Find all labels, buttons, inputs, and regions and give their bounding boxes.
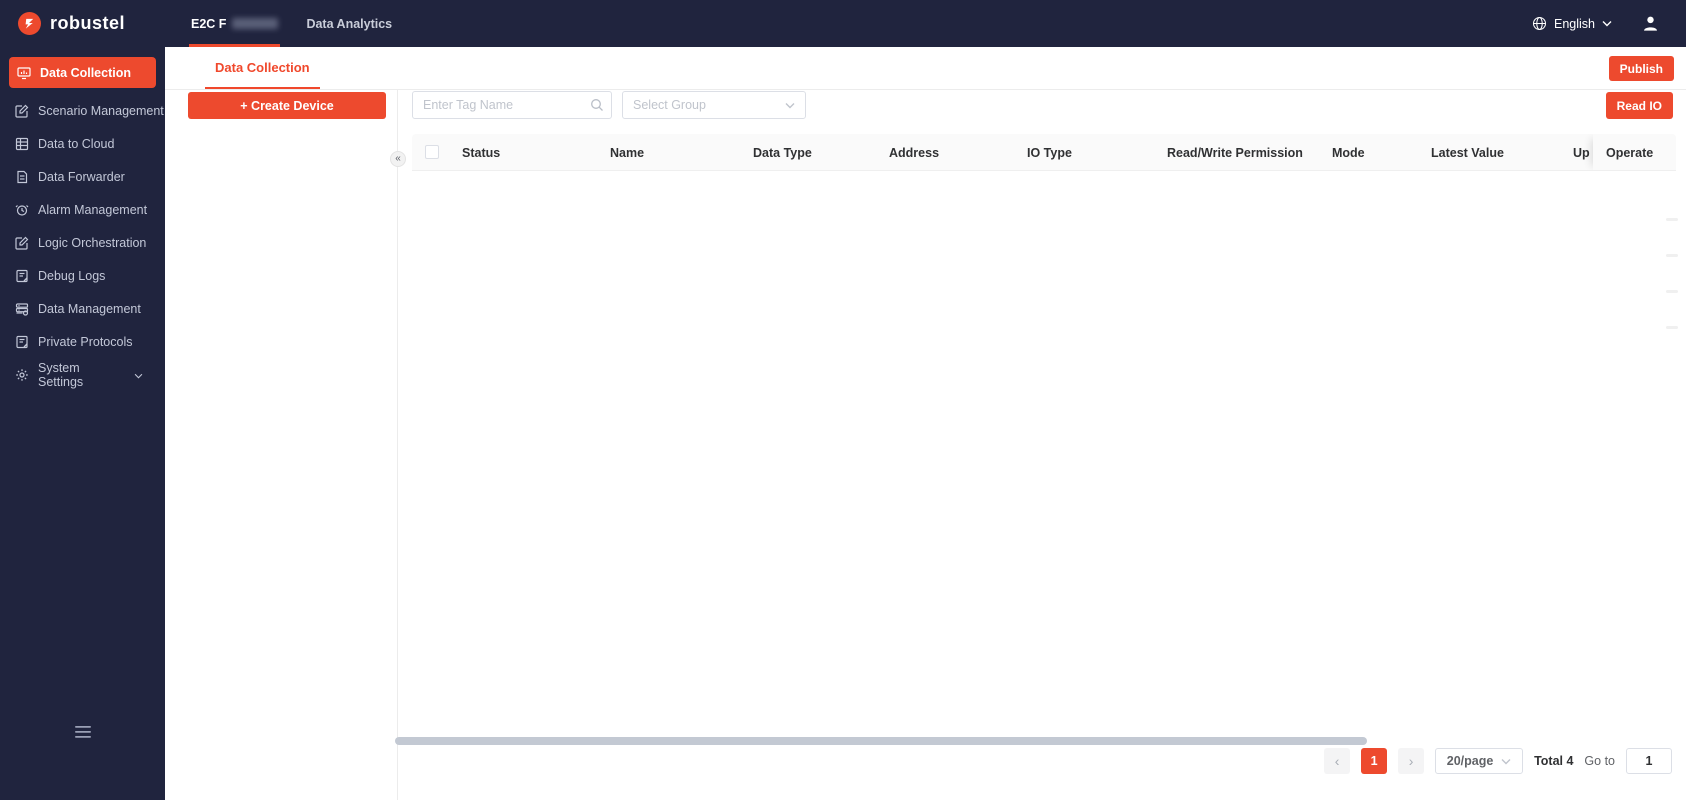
read-io-button[interactable]: Read IO: [1605, 92, 1673, 119]
chevron-right-icon: ›: [1408, 753, 1414, 769]
pagination: ‹ 1 › 20/page Total 4 Go to: [1324, 747, 1672, 775]
tag-name-search-input[interactable]: [412, 91, 612, 119]
edit-square-icon: [15, 104, 29, 118]
chevron-down-icon[interactable]: [1602, 20, 1612, 27]
sidebar-item-label: Alarm Management: [38, 202, 148, 217]
row-marker: [1666, 326, 1678, 329]
language-label[interactable]: English: [1554, 17, 1595, 31]
page-number-button[interactable]: 1: [1361, 748, 1388, 774]
column-rw-permission[interactable]: Read/Write Permission: [1167, 134, 1303, 170]
sidebar-item-data-to-cloud[interactable]: Data to Cloud: [0, 127, 165, 160]
sidebar-item-debug-logs[interactable]: Debug Logs: [0, 259, 165, 292]
database-icon: [15, 302, 29, 316]
operate-label: Operate: [1606, 145, 1654, 160]
robustel-badge-icon: [18, 12, 41, 35]
page-size-select[interactable]: 20/page: [1435, 748, 1524, 774]
page-tabbar: Data Collection Publish: [165, 47, 1686, 90]
column-io-type[interactable]: IO Type: [1027, 134, 1072, 170]
column-operate[interactable]: Operate: [1593, 134, 1676, 170]
collapse-left-icon: «: [395, 153, 401, 164]
chevron-down-icon: [785, 98, 795, 112]
table-header: Status Name Data Type Address IO Type Re…: [412, 134, 1676, 171]
sidebar-item-label: Data to Cloud: [38, 136, 115, 151]
topnav-item-project[interactable]: E2C F: [177, 0, 292, 47]
panel-collapse-button[interactable]: «: [390, 151, 406, 167]
column-latest-value[interactable]: Latest Value: [1431, 134, 1504, 170]
sidebar: Data Collection Scenario Management Data…: [0, 47, 165, 800]
chevron-left-icon: ‹: [1334, 753, 1340, 769]
sidebar-item-label: Private Protocols: [38, 334, 133, 349]
column-update-truncated[interactable]: Up: [1573, 134, 1595, 170]
column-address[interactable]: Address: [889, 134, 939, 170]
group-select-placeholder: Select Group: [633, 98, 706, 112]
sidebar-item-private-protocols[interactable]: Private Protocols: [0, 325, 165, 358]
brand-name: robustel: [50, 13, 126, 33]
total-count-label: Total 4: [1534, 754, 1574, 768]
next-page-button[interactable]: ›: [1398, 748, 1425, 774]
chevron-down-icon: [1501, 758, 1511, 764]
column-status[interactable]: Status: [462, 134, 500, 170]
sidebar-item-alarm-management[interactable]: Alarm Management: [0, 193, 165, 226]
sidebar-item-label: Data Forwarder: [38, 169, 125, 184]
group-select-dropdown[interactable]: Select Group: [622, 91, 806, 119]
sidebar-item-label: Data Collection: [40, 65, 131, 80]
chevron-down-icon: [134, 368, 143, 382]
publish-button[interactable]: Publish: [1608, 56, 1674, 81]
redacted-text-blur: [232, 18, 279, 29]
notebook-icon: [16, 269, 28, 282]
sidebar-item-logic-orchestration[interactable]: Logic Orchestration: [0, 226, 165, 259]
alarm-icon: [15, 204, 29, 216]
horizontal-scrollbar[interactable]: [395, 737, 1367, 745]
sidebar-item-label: Logic Orchestration: [38, 235, 147, 250]
goto-label: Go to: [1584, 754, 1615, 768]
sidebar-item-scenario-management[interactable]: Scenario Management: [0, 94, 165, 127]
sidebar-collapse-toggle[interactable]: [0, 726, 165, 738]
topnav-item-data-analytics[interactable]: Data Analytics: [292, 0, 406, 47]
column-mode[interactable]: Mode: [1332, 134, 1365, 170]
globe-icon: [1532, 16, 1547, 31]
row-marker: [1666, 254, 1678, 257]
select-all-checkbox[interactable]: [425, 145, 439, 159]
sidebar-item-label: Debug Logs: [38, 268, 106, 283]
top-navigation: E2C F Data Analytics: [177, 0, 406, 47]
sidebar-item-data-collection[interactable]: Data Collection: [9, 57, 156, 88]
page-size-value: 20/page: [1446, 754, 1494, 768]
create-device-button[interactable]: + Create Device: [188, 92, 386, 119]
prev-page-button[interactable]: ‹: [1324, 748, 1351, 774]
search-icon[interactable]: [590, 98, 604, 117]
table-icon: [15, 137, 29, 150]
row-marker: [1666, 218, 1678, 221]
edit-square-icon: [15, 236, 29, 250]
column-data-type[interactable]: Data Type: [753, 134, 812, 170]
topnav-analytics-label: Data Analytics: [306, 16, 393, 31]
user-icon[interactable]: [1641, 14, 1660, 33]
gear-icon: [16, 368, 28, 381]
main-content: Data Collection Publish + Create Device …: [165, 47, 1686, 800]
device-list-panel: [165, 90, 398, 800]
notebook-icon: [16, 335, 28, 348]
sidebar-item-label: System Settings: [38, 360, 84, 389]
topnav-project-label: E2C F: [191, 16, 227, 31]
column-name[interactable]: Name: [610, 134, 644, 170]
goto-page-input[interactable]: [1626, 748, 1672, 774]
monitor-icon: [17, 66, 31, 79]
sidebar-item-data-forwarder[interactable]: Data Forwarder: [0, 160, 165, 193]
tab-data-collection[interactable]: Data Collection: [205, 47, 320, 89]
brand-logo[interactable]: robustel: [0, 12, 165, 35]
document-icon: [17, 170, 28, 183]
hamburger-icon: [74, 726, 91, 738]
topbar: robustel E2C F Data Analytics English: [0, 0, 1686, 47]
row-marker: [1666, 290, 1678, 293]
sidebar-item-label: Data Management: [38, 301, 141, 316]
sidebar-item-system-settings[interactable]: System Settings: [0, 358, 165, 391]
sidebar-item-label: Scenario Management: [38, 103, 164, 118]
sidebar-item-data-management[interactable]: Data Management: [0, 292, 165, 325]
table-body-empty: [412, 171, 1676, 730]
topbar-right: English: [1532, 14, 1686, 33]
